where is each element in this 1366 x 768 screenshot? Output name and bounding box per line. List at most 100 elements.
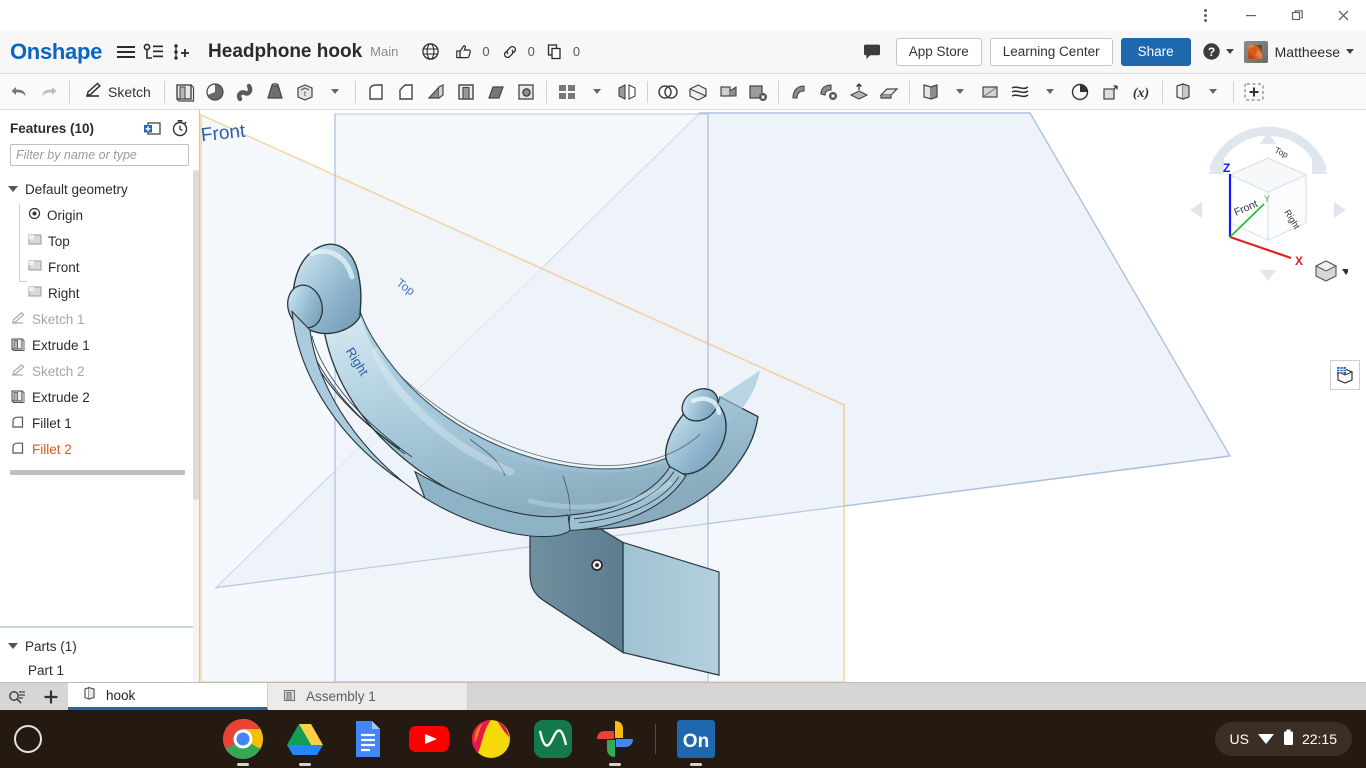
parts-header[interactable]: Parts (1): [0, 634, 199, 658]
share-button[interactable]: Share: [1120, 37, 1191, 66]
thumbs-up-icon[interactable]: [450, 37, 478, 67]
chevron-down-icon[interactable]: [8, 184, 19, 195]
graphics-viewport[interactable]: Front Top Right Top Front Right Z X Y: [200, 110, 1366, 682]
variable-icon[interactable]: (x): [1125, 77, 1157, 107]
google-photos-app-icon[interactable]: [593, 717, 637, 766]
hole-icon[interactable]: [511, 77, 541, 107]
composite-chevron-icon[interactable]: [1198, 77, 1228, 107]
rib-icon[interactable]: [421, 77, 451, 107]
tab-assembly-1[interactable]: Assembly 1: [268, 683, 468, 710]
tree-item-right-plane[interactable]: Right: [0, 280, 199, 306]
list-item[interactable]: Part 1: [0, 658, 199, 682]
help-menu[interactable]: ?: [1201, 37, 1234, 67]
sketch-button[interactable]: Sketch: [75, 78, 159, 106]
replace-face-icon[interactable]: [814, 77, 844, 107]
three-dot-menu-icon[interactable]: [1182, 0, 1228, 30]
pattern-chevron-icon[interactable]: [582, 77, 612, 107]
app-store-button[interactable]: App Store: [895, 37, 982, 66]
composite-part-icon[interactable]: [1168, 77, 1198, 107]
loft-icon[interactable]: [260, 77, 290, 107]
revolve-icon[interactable]: [200, 77, 230, 107]
surface-icon[interactable]: [915, 77, 945, 107]
globe-icon[interactable]: [416, 37, 444, 67]
google-docs-app-icon[interactable]: [345, 717, 389, 761]
youtube-app-icon[interactable]: [407, 717, 451, 761]
comment-bubble-icon[interactable]: [858, 37, 886, 67]
surface-chevron-icon[interactable]: [945, 77, 975, 107]
curve-chevron-icon[interactable]: [1035, 77, 1065, 107]
desmos-app-icon[interactable]: [531, 717, 575, 761]
wifi-icon[interactable]: [1257, 731, 1275, 748]
close-icon[interactable]: [1320, 0, 1366, 30]
add-tab-icon[interactable]: [34, 683, 68, 710]
chamfer-icon[interactable]: [391, 77, 421, 107]
move-face-icon[interactable]: [784, 77, 814, 107]
tree-item-sketch-2[interactable]: Sketch 2: [0, 358, 199, 384]
help-circle-icon[interactable]: ?: [1201, 37, 1223, 67]
shell-icon[interactable]: [451, 77, 481, 107]
links-group[interactable]: 0: [496, 37, 535, 67]
copies-group[interactable]: 0: [541, 37, 580, 67]
mirror-icon[interactable]: [612, 77, 642, 107]
add-feature-icon[interactable]: [141, 118, 163, 138]
display-states-icon[interactable]: [1330, 360, 1360, 390]
mass-properties-icon[interactable]: [1065, 77, 1095, 107]
hamburger-menu-icon[interactable]: [112, 37, 140, 67]
curve-icon[interactable]: [1005, 77, 1035, 107]
tree-item-sketch-1[interactable]: Sketch 1: [0, 306, 199, 332]
search-input[interactable]: [10, 144, 189, 166]
view-cube[interactable]: Top Front Right Z X Y: [1188, 118, 1350, 283]
copy-icon[interactable]: [541, 37, 569, 67]
add-version-icon[interactable]: [168, 37, 196, 67]
linear-pattern-icon[interactable]: [552, 77, 582, 107]
help-chevron-down-icon[interactable]: [1225, 49, 1234, 54]
feature-history-icon[interactable]: [169, 118, 191, 138]
maximize-icon[interactable]: [1274, 0, 1320, 30]
colorful-ball-app-icon[interactable]: [469, 717, 513, 761]
launcher-circle-icon[interactable]: [14, 725, 42, 753]
tree-item-fillet-1[interactable]: Fillet 1: [0, 410, 199, 436]
redo-arrow-icon[interactable]: [34, 77, 64, 107]
tree-item-fillet-2[interactable]: Fillet 2: [0, 436, 199, 462]
onshape-logo[interactable]: Onshape: [10, 39, 102, 65]
extrude-icon[interactable]: [170, 77, 200, 107]
chrome-app-icon[interactable]: [221, 717, 265, 766]
enclose-icon[interactable]: [874, 77, 904, 107]
version-graph-icon[interactable]: [140, 37, 168, 67]
launcher-area[interactable]: [0, 725, 56, 753]
tree-item-extrude-1[interactable]: Extrude 1: [0, 332, 199, 358]
undo-arrow-icon[interactable]: [4, 77, 34, 107]
minimize-icon[interactable]: [1228, 0, 1274, 30]
avatar[interactable]: [1243, 40, 1268, 63]
learning-center-button[interactable]: Learning Center: [989, 37, 1113, 66]
sweep-icon[interactable]: [230, 77, 260, 107]
thicken-icon[interactable]: t: [290, 77, 320, 107]
offset-surface-icon[interactable]: [844, 77, 874, 107]
likes-group[interactable]: 0: [450, 37, 490, 67]
panel-scrollbar-thumb[interactable]: [193, 170, 199, 500]
split-icon[interactable]: [683, 77, 713, 107]
tree-item-default-geometry[interactable]: Default geometry: [0, 176, 199, 202]
sketch-transform-icon[interactable]: [1095, 77, 1125, 107]
username-label[interactable]: Mattheese: [1275, 44, 1340, 60]
delete-face-icon[interactable]: [743, 77, 773, 107]
fillet-icon[interactable]: [361, 77, 391, 107]
rollback-bar[interactable]: [10, 470, 185, 475]
tab-hook[interactable]: hook: [68, 683, 268, 710]
tree-item-extrude-2[interactable]: Extrude 2: [0, 384, 199, 410]
plane-icon[interactable]: [975, 77, 1005, 107]
transform-icon[interactable]: [713, 77, 743, 107]
tree-item-top-plane[interactable]: Top: [0, 228, 199, 254]
more-features-chevron-icon[interactable]: [320, 77, 350, 107]
custom-feature-add-icon[interactable]: [1239, 77, 1269, 107]
battery-icon[interactable]: [1283, 729, 1294, 749]
onshape-app-icon[interactable]: On: [674, 717, 718, 766]
status-tray[interactable]: US 22:15: [1214, 722, 1352, 756]
draft-icon[interactable]: [481, 77, 511, 107]
boolean-icon[interactable]: [653, 77, 683, 107]
tree-item-front-plane[interactable]: Front: [0, 254, 199, 280]
tree-item-origin[interactable]: Origin: [0, 202, 199, 228]
chevron-down-icon[interactable]: [8, 641, 19, 652]
google-drive-app-icon[interactable]: [283, 717, 327, 766]
link-icon[interactable]: [496, 37, 524, 67]
